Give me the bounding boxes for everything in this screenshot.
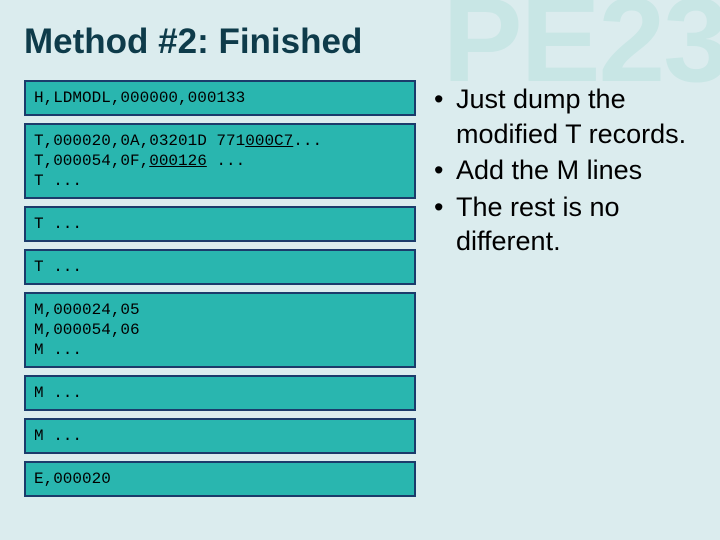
bullet-list: Just dump the modified T records. Add th… — [434, 82, 696, 259]
codebox: T,000020,0A,03201D 771000C7... T,000054,… — [24, 123, 416, 199]
bullet-item: Just dump the modified T records. — [434, 82, 696, 151]
bullet-item: The rest is no different. — [434, 190, 696, 259]
slide-container: Method #2: Finished H,LDMODL,000000,0001… — [0, 0, 720, 540]
codebox: T ... — [24, 206, 416, 242]
codebox: M,000024,05 M,000054,06 M ... — [24, 292, 416, 368]
bullet-item: Add the M lines — [434, 153, 696, 188]
codebox: H,LDMODL,000000,000133 — [24, 80, 416, 116]
slide-title: Method #2: Finished — [24, 22, 696, 62]
two-column-layout: H,LDMODL,000000,000133 T,000020,0A,03201… — [24, 80, 696, 497]
code-column: H,LDMODL,000000,000133 T,000020,0A,03201… — [24, 80, 416, 497]
codebox: T ... — [24, 249, 416, 285]
codebox: M ... — [24, 418, 416, 454]
codebox: M ... — [24, 375, 416, 411]
bullets-column: Just dump the modified T records. Add th… — [434, 80, 696, 261]
codebox: E,000020 — [24, 461, 416, 497]
